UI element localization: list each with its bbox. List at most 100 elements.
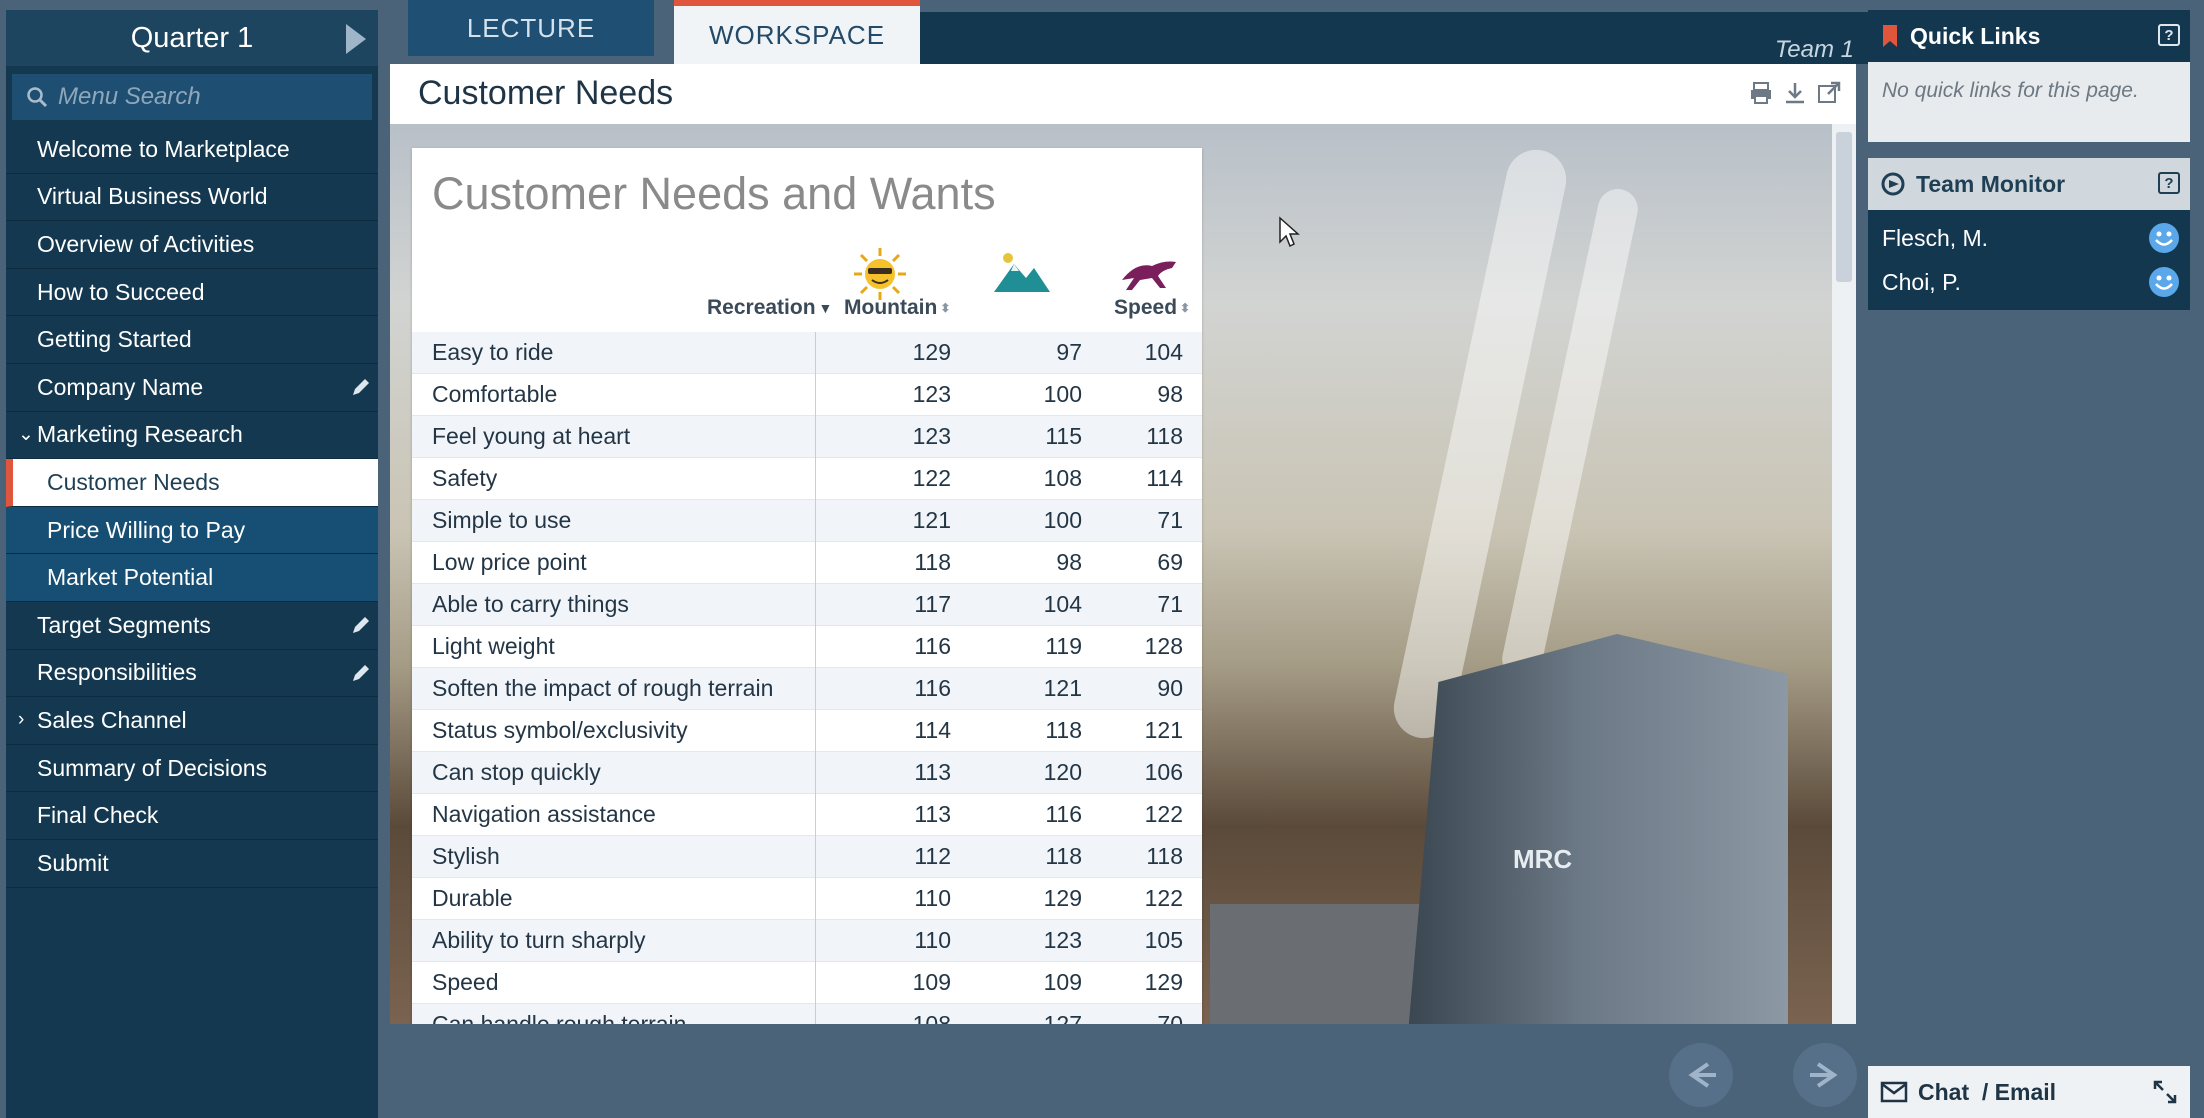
quarter-label: Quarter 1 [130,21,254,54]
sidebar-item-customer-needs[interactable]: Customer Needs [6,459,378,507]
sidebar-item-marketing-research[interactable]: ⌄ Marketing Research [6,412,378,460]
sidebar-item-label: Sales Channel [37,706,187,733]
expand-icon[interactable] [2152,1079,2178,1105]
sidebar-item-label: Company Name [37,373,204,400]
column-header-recreation[interactable]: Recreation ▼ [707,296,832,320]
smiley-icon [2149,267,2179,297]
sidebar-item-label: Overview of Activities [37,230,255,257]
tab-lecture[interactable]: LECTURE [408,0,654,56]
table-cell: 120 [1043,759,1082,785]
table-cell: 104 [1043,591,1082,617]
print-icon[interactable] [1748,80,1774,106]
table-cell: 118 [1045,717,1082,743]
team-monitor-icon [1881,172,1905,196]
sidebar-item-sales-channel[interactable]: › Sales Channel [6,697,378,745]
sort-icon: ⬍ [940,301,951,315]
table-cell: 122 [1144,885,1183,911]
table-cell: 116 [1045,801,1082,827]
need-name: Stylish [412,835,816,878]
help-icon[interactable]: ? [2158,24,2180,46]
team-monitor-title: Team Monitor [1916,170,2066,197]
needs-table: Easy to ride 129 97 104 Comfortable 123 100 98 F… [412,331,1202,1024]
sun-icon [854,248,906,300]
content-viewport: MRC Customer Needs and Wants Recreation ▼… [390,124,1856,1024]
column-header-mountain[interactable]: Mountain ⬍ [844,296,950,320]
table-cell: 110 [914,885,951,911]
page-title: Customer Needs [418,74,674,112]
need-name: Navigation assistance [412,793,816,836]
table-cell: 71 [1157,507,1183,533]
need-name: Low price point [412,541,816,584]
sidebar-item-summary-of-decisions[interactable]: Summary of Decisions [6,745,378,793]
tab-workspace[interactable]: WORKSPACE [674,0,920,64]
column-label: Recreation [707,296,816,319]
bookmark-icon [1883,25,1897,47]
team-monitor-header: Team Monitor ? [1868,158,2190,210]
table-row: Easy to ride 129 97 104 [412,331,1202,374]
table-cell: 129 [1144,969,1183,995]
sidebar-item-label: How to Succeed [37,278,205,305]
table-cell: 113 [914,759,951,785]
table-cell: 122 [912,465,951,491]
mouse-cursor-icon [1279,216,1300,248]
need-name: Can handle rough terrain [412,1003,816,1024]
need-name: Speed [412,961,816,1004]
sidebar-item-submit[interactable]: Submit [6,840,378,888]
member-name: Choi, P. [1882,268,1961,295]
app-window: Quarter 1 Menu Search Welcome to Marketp… [0,0,2204,1118]
mountain-icon [994,253,1050,292]
sidebar-item-how-to-succeed[interactable]: How to Succeed [6,269,378,317]
next-quarter-icon[interactable] [346,24,366,54]
sidebar-item-final-check[interactable]: Final Check [6,792,378,840]
vertical-scrollbar[interactable] [1832,124,1856,1024]
column-header-speed[interactable]: Speed ⬍ [1114,296,1190,320]
table-cell: 121 [912,507,951,533]
sidebar-item-getting-started[interactable]: Getting Started [6,316,378,364]
download-icon[interactable] [1782,80,1808,106]
help-icon[interactable]: ? [2158,172,2180,194]
card-title: Customer Needs and Wants [432,168,996,219]
table-cell: 115 [1045,423,1082,449]
table-row: Stylish 112 118 118 [412,835,1202,878]
table-cell: 114 [1146,465,1183,491]
cheetah-icon [1122,261,1176,290]
sidebar-item-price-willing-to-pay[interactable]: Price Willing to Pay [6,506,378,555]
sidebar-item-welcome[interactable]: Welcome to Marketplace [6,126,378,174]
table-cell: 118 [1146,843,1183,869]
table-cell: 119 [1045,633,1082,659]
external-link-icon[interactable] [1816,80,1842,106]
table-row: Able to carry things 117 104 71 [412,583,1202,626]
table-cell: 70 [1157,1011,1183,1024]
chat-email-button[interactable]: Chat / Email [1868,1066,2190,1118]
member-name: Flesch, M. [1882,224,1989,251]
next-page-button[interactable] [1790,1040,1860,1110]
chevron-right-icon: › [18,709,25,731]
sidebar-item-target-segments[interactable]: Target Segments [6,602,378,650]
table-cell: 106 [1144,759,1183,785]
sidebar-item-label: Marketing Research [37,421,243,448]
need-name: Able to carry things [412,583,816,626]
table-cell: 116 [914,675,951,701]
sidebar-item-label: Market Potential [47,564,214,591]
table-cell: 118 [1045,843,1082,869]
tab-bar-background: Team 1 [920,12,1868,64]
need-name: Soften the impact of rough terrain [412,667,816,710]
previous-page-button[interactable] [1666,1040,1736,1110]
sidebar-item-responsibilities[interactable]: Responsibilities [6,650,378,698]
sidebar-item-overview[interactable]: Overview of Activities [6,221,378,269]
sidebar-item-market-potential[interactable]: Market Potential [6,554,378,602]
table-row: Comfortable 123 100 98 [412,373,1202,416]
chevron-down-icon: ⌄ [18,424,34,446]
pencil-icon [353,616,369,633]
sidebar-item-company-name[interactable]: Company Name [6,364,378,412]
table-row: Light weight 116 119 128 [412,625,1202,668]
table-row: Navigation assistance 113 116 122 [412,793,1202,836]
quarter-header[interactable]: Quarter 1 [6,10,378,66]
sidebar-item-label: Summary of Decisions [37,754,268,781]
workspace-panel: Customer Needs MRC Customer Needs and Wa… [390,64,1856,1024]
sidebar-item-label: Virtual Business World [37,183,268,210]
scrollbar-thumb[interactable] [1836,132,1852,282]
sidebar-item-virtual-business-world[interactable]: Virtual Business World [6,174,378,222]
search-input[interactable]: Menu Search [12,74,372,120]
table-cell: 98 [1157,381,1183,407]
